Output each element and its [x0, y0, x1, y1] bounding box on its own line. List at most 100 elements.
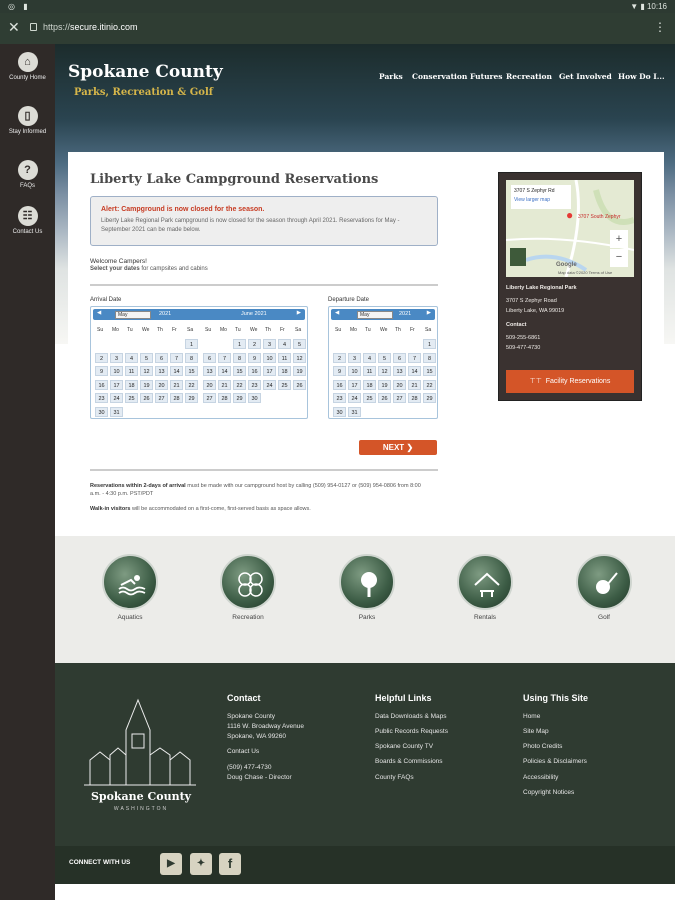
calendar-day[interactable]: 18 — [363, 379, 376, 390]
next-month-icon[interactable]: ▶ — [297, 310, 301, 316]
calendar-day[interactable]: 8 — [233, 352, 246, 363]
year-label[interactable]: 2021 — [399, 311, 411, 317]
calendar-day[interactable]: 3 — [110, 352, 123, 363]
footer-link-accessibility[interactable]: Accessibility — [523, 773, 558, 783]
calendar-day[interactable]: 29 — [185, 393, 198, 403]
calendar-day[interactable]: 19 — [378, 379, 391, 390]
footer-link-sitemap[interactable]: Site Map — [523, 727, 549, 737]
facility-reservations-button[interactable]: ⊤⊤ Facility Reservations — [506, 370, 634, 393]
calendar-day[interactable]: 29 — [423, 393, 436, 403]
calendar-day[interactable]: 12 — [140, 366, 153, 376]
calendar-day[interactable]: 30 — [333, 406, 346, 417]
calendar-day[interactable]: 25 — [278, 379, 291, 390]
footer-link-copyright[interactable]: Copyright Notices — [523, 788, 574, 798]
calendar-day[interactable]: 27 — [393, 393, 406, 403]
calendar-day[interactable]: 26 — [378, 393, 391, 403]
calendar-day[interactable]: 29 — [233, 393, 246, 403]
calendar-day[interactable]: 23 — [95, 393, 108, 403]
calendar-day[interactable]: 5 — [378, 352, 391, 363]
calendar-day[interactable]: 20 — [203, 379, 216, 390]
next-button[interactable]: NEXT ❯ — [359, 440, 437, 455]
calendar-day[interactable]: 30 — [95, 406, 108, 417]
nav-parks[interactable]: Parks — [379, 72, 403, 81]
embedded-map[interactable]: 3707 S Zephyr Rd View larger map ● 3707 … — [506, 180, 634, 277]
calendar-day[interactable]: 13 — [155, 366, 168, 376]
calendar-day[interactable]: 2 — [333, 352, 346, 363]
month-select[interactable]: May — [115, 310, 151, 319]
calendar-day[interactable]: 3 — [263, 339, 276, 349]
calendar-day[interactable]: 25 — [363, 393, 376, 403]
calendar-day[interactable]: 24 — [263, 379, 276, 390]
calendar-day[interactable]: 18 — [278, 366, 291, 376]
calendar-day[interactable]: 1 — [423, 339, 436, 349]
footer-link-boards[interactable]: Boards & Commissions — [375, 757, 443, 767]
calendar-day[interactable]: 6 — [203, 352, 216, 363]
calendar-day[interactable]: 17 — [110, 379, 123, 390]
calendar-day[interactable]: 19 — [293, 366, 306, 376]
more-options-icon[interactable]: ⋮ — [654, 20, 666, 34]
calendar-day[interactable]: 23 — [333, 393, 346, 403]
calendar-day[interactable]: 7 — [170, 352, 183, 363]
close-tab-icon[interactable]: ✕ — [8, 19, 20, 36]
calendar-day[interactable]: 2 — [248, 339, 261, 349]
calendar-day[interactable]: 21 — [408, 379, 421, 390]
footer-link-policies[interactable]: Policies & Disclaimers — [523, 757, 587, 767]
next-month-icon[interactable]: ▶ — [427, 310, 431, 316]
year-label[interactable]: 2021 — [159, 311, 171, 317]
calendar-day[interactable]: 4 — [125, 352, 138, 363]
calendar-day[interactable]: 25 — [125, 393, 138, 403]
calendar-day[interactable]: 11 — [125, 366, 138, 376]
calendar-day[interactable]: 2 — [95, 352, 108, 363]
parks-button[interactable] — [339, 554, 395, 610]
calendar-day[interactable]: 7 — [218, 352, 231, 363]
month-select[interactable]: May — [357, 310, 393, 319]
calendar-day[interactable]: 31 — [110, 406, 123, 417]
calendar-day[interactable]: 19 — [140, 379, 153, 390]
footer-link-home[interactable]: Home — [523, 712, 540, 722]
nav-how-do-i[interactable]: How Do I... — [618, 72, 665, 81]
calendar-day[interactable]: 8 — [185, 352, 198, 363]
footer-contact-us-link[interactable]: Contact Us — [227, 747, 259, 757]
calendar-day[interactable]: 12 — [378, 366, 391, 376]
zoom-in-button[interactable]: + — [610, 230, 628, 248]
nav-recreation[interactable]: Recreation — [506, 72, 552, 81]
calendar-day[interactable]: 31 — [348, 406, 361, 417]
footer-phone[interactable]: (509) 477-4730 — [227, 763, 271, 773]
calendar-day[interactable]: 24 — [110, 393, 123, 403]
calendar-day[interactable]: 28 — [408, 393, 421, 403]
calendar-day[interactable]: 22 — [423, 379, 436, 390]
calendar-day[interactable]: 26 — [293, 379, 306, 390]
calendar-day[interactable]: 1 — [233, 339, 246, 349]
sidebar-item-faqs[interactable]: ? FAQs — [0, 160, 55, 190]
calendar-day[interactable]: 17 — [348, 379, 361, 390]
view-larger-map-link[interactable]: View larger map — [514, 197, 568, 203]
calendar-day[interactable]: 16 — [333, 379, 346, 390]
calendar-day[interactable]: 17 — [263, 366, 276, 376]
sidebar-item-county-home[interactable]: ⌂ County Home — [0, 52, 55, 82]
calendar-day[interactable]: 9 — [333, 366, 346, 376]
rentals-button[interactable] — [457, 554, 513, 610]
golf-button[interactable] — [576, 554, 632, 610]
calendar-day[interactable]: 16 — [248, 366, 261, 376]
calendar-day[interactable]: 22 — [233, 379, 246, 390]
calendar-day[interactable]: 21 — [170, 379, 183, 390]
site-logo-title[interactable]: Spokane County — [68, 62, 223, 82]
calendar-day[interactable]: 21 — [218, 379, 231, 390]
calendar-day[interactable]: 1 — [185, 339, 198, 349]
calendar-day[interactable]: 22 — [185, 379, 198, 390]
calendar-day[interactable]: 27 — [203, 393, 216, 403]
calendar-day[interactable]: 6 — [393, 352, 406, 363]
calendar-day[interactable]: 11 — [278, 352, 291, 363]
prev-month-icon[interactable]: ◀ — [97, 310, 101, 316]
calendar-day[interactable]: 30 — [248, 393, 261, 403]
calendar-day[interactable]: 10 — [348, 366, 361, 376]
prev-month-icon[interactable]: ◀ — [335, 310, 339, 316]
calendar-day[interactable]: 15 — [233, 366, 246, 376]
facebook-icon[interactable]: f — [219, 853, 241, 875]
recreation-button[interactable] — [220, 554, 276, 610]
calendar-day[interactable]: 16 — [95, 379, 108, 390]
twitter-icon[interactable]: ✦ — [190, 853, 212, 875]
calendar-day[interactable]: 9 — [248, 352, 261, 363]
calendar-day[interactable]: 13 — [203, 366, 216, 376]
footer-link-records[interactable]: Public Records Requests — [375, 727, 448, 737]
